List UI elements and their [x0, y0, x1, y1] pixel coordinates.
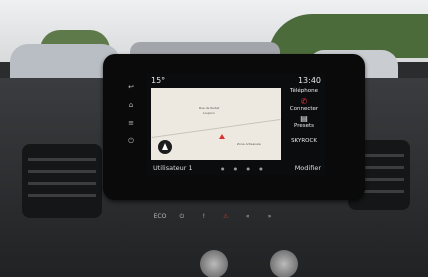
- map-road: [151, 118, 281, 139]
- map-label: Rue de Ruitet: [199, 106, 220, 110]
- status-bar: 15° 13:40: [147, 74, 325, 88]
- alert-button[interactable]: !: [194, 210, 214, 224]
- climate-knob-left[interactable]: [200, 250, 228, 277]
- map-position-pin: [219, 134, 225, 139]
- modify-button[interactable]: Modifier: [295, 164, 321, 172]
- right-panel: Téléphone ✆ Connecter ▤ Presets SKYROCK: [283, 88, 325, 160]
- navigation-arrow-icon[interactable]: [158, 140, 172, 154]
- hardware-button-strip: ECO ⏻ ! ⚠ « »: [150, 210, 300, 224]
- car-interior-scene: ↩ ⌂ ≡ ⏻ 15° 13:40 Rue de Ruitet Loupinx …: [0, 0, 428, 277]
- power-icon[interactable]: ⏻: [124, 132, 138, 150]
- vent-slat: [28, 170, 96, 173]
- navigation-map[interactable]: Rue de Ruitet Loupinx Zone Artisanale: [151, 88, 281, 160]
- station-name: SKYROCK: [291, 138, 317, 144]
- temperature-readout: 15°: [151, 76, 166, 85]
- page-indicator-dots: ● ● ● ●: [221, 166, 267, 171]
- clock: 13:40: [297, 76, 321, 85]
- climate-knobs: [180, 250, 320, 277]
- menu-icon[interactable]: ≡: [124, 114, 138, 132]
- map-label: Zone Artisanale: [237, 142, 261, 146]
- vent-slat: [28, 194, 96, 197]
- vent-slat: [28, 158, 96, 161]
- bottom-bar: Utilisateur 1 ● ● ● ● Modifier: [147, 160, 325, 175]
- hardware-side-buttons: ↩ ⌂ ≡ ⏻: [124, 78, 138, 178]
- climate-knob-right[interactable]: [270, 250, 298, 277]
- home-icon[interactable]: ⌂: [124, 96, 138, 114]
- vent-slat: [28, 182, 96, 185]
- phone-widget[interactable]: Téléphone ✆ Connecter: [283, 88, 325, 112]
- rewind-button[interactable]: «: [238, 210, 258, 224]
- air-vent-left: [22, 144, 102, 218]
- presets-title: Presets: [293, 123, 314, 129]
- presets-widget[interactable]: ▤ Presets: [283, 114, 325, 138]
- radio-icon: ▤: [300, 114, 308, 123]
- map-label: Loupinx: [203, 111, 215, 115]
- infotainment-screen: 15° 13:40 Rue de Ruitet Loupinx Zone Art…: [147, 74, 325, 175]
- connect-label: Connecter: [289, 106, 319, 112]
- back-icon[interactable]: ↩: [124, 78, 138, 96]
- phone-title: Téléphone: [290, 88, 318, 94]
- phone-icon: ✆: [300, 97, 308, 106]
- forward-button[interactable]: »: [260, 210, 280, 224]
- hazard-button[interactable]: ⚠: [216, 210, 236, 224]
- eco-button[interactable]: ECO: [150, 210, 170, 224]
- user-profile-button[interactable]: Utilisateur 1: [153, 164, 193, 172]
- power-button[interactable]: ⏻: [172, 210, 192, 224]
- radio-station-widget[interactable]: SKYROCK: [283, 138, 325, 162]
